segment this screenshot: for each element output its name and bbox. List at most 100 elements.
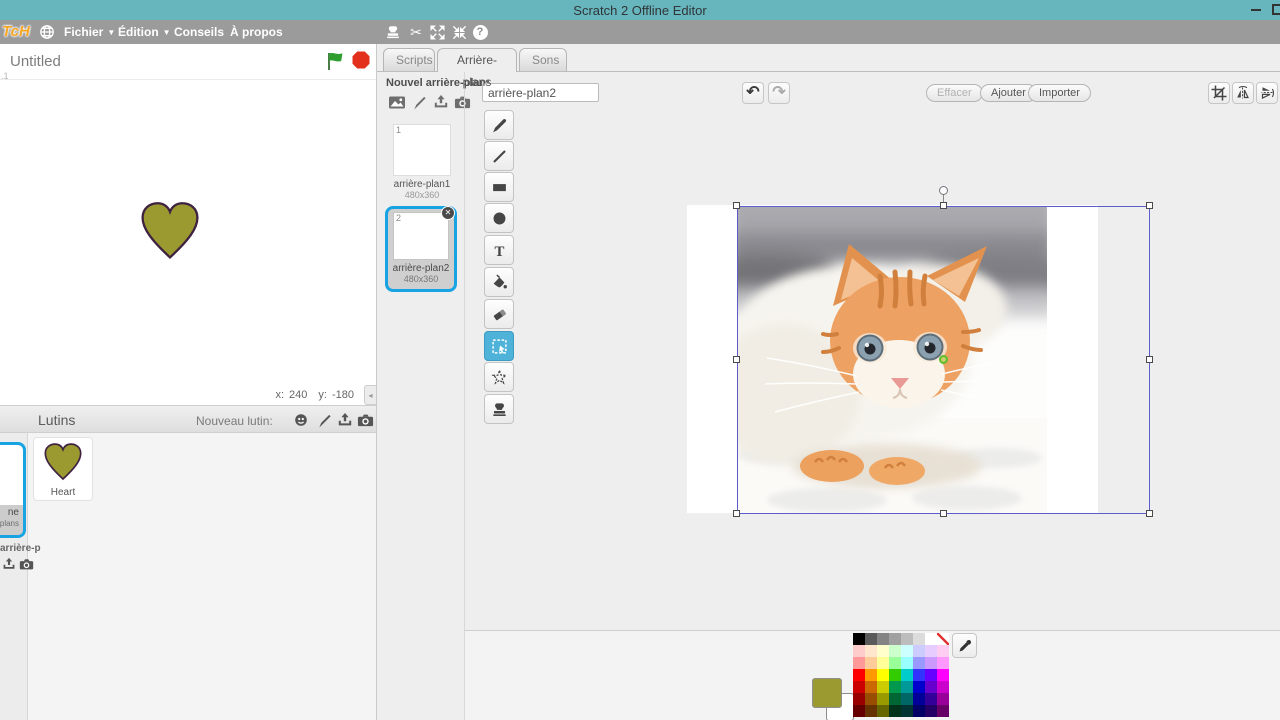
palette-color-cell[interactable] — [877, 657, 889, 669]
palette-color-cell[interactable] — [865, 669, 877, 681]
foreground-color-swatch[interactable] — [812, 678, 842, 708]
selection-handle-bottom-middle[interactable] — [940, 510, 947, 517]
scissors-icon[interactable]: ✂ — [407, 23, 425, 41]
effacer-button[interactable]: Effacer — [926, 84, 983, 102]
selection-handle-top-middle[interactable] — [940, 202, 947, 209]
sprite-card-heart[interactable]: Heart — [33, 437, 93, 501]
sprite-library-icon[interactable] — [292, 411, 310, 429]
palette-color-cell[interactable] — [853, 681, 865, 693]
palette-color-cell[interactable] — [865, 645, 877, 657]
palette-color-cell[interactable] — [853, 693, 865, 705]
palette-color-cell[interactable] — [865, 633, 877, 645]
palette-color-cell[interactable] — [937, 669, 949, 681]
tool-ellipse[interactable] — [484, 203, 514, 233]
backdrop-item-1[interactable]: 1 arrière-plan1 480x360 — [388, 124, 456, 200]
paint-new-sprite-icon[interactable] — [315, 411, 333, 429]
palette-color-cell[interactable] — [853, 645, 865, 657]
menu-fichier[interactable]: Fichier ▼ — [64, 25, 115, 39]
palette-color-cell[interactable] — [853, 633, 865, 645]
palette-color-cell[interactable] — [889, 693, 901, 705]
heart-sprite-on-stage[interactable] — [137, 200, 203, 262]
palette-color-cell[interactable] — [853, 705, 865, 717]
backdrop-name-input[interactable] — [482, 83, 599, 102]
backdrop-library-icon[interactable] — [387, 93, 406, 111]
backdrop-item-2-selected[interactable]: 2 ✕ arrière-plan2 480x360 — [385, 206, 457, 292]
menu-conseils[interactable]: Conseils — [174, 25, 224, 39]
palette-color-cell[interactable] — [925, 681, 937, 693]
tool-stamp[interactable] — [484, 394, 514, 424]
camera-backdrop-icon[interactable] — [19, 557, 34, 572]
palette-color-cell[interactable] — [889, 657, 901, 669]
palette-color-cell[interactable] — [925, 669, 937, 681]
palette-color-cell[interactable] — [877, 645, 889, 657]
palette-color-cell[interactable] — [865, 693, 877, 705]
collapse-stage-icon[interactable]: ◂ — [364, 385, 376, 405]
tool-eraser[interactable] — [484, 299, 514, 329]
paint-new-backdrop-icon[interactable] — [410, 93, 429, 111]
palette-color-cell[interactable] — [889, 681, 901, 693]
shrink-icon[interactable] — [450, 23, 468, 41]
stop-button[interactable] — [352, 51, 370, 74]
palette-color-cell[interactable] — [889, 633, 901, 645]
camera-new-backdrop-icon[interactable] — [453, 93, 472, 111]
palette-color-cell[interactable] — [853, 657, 865, 669]
camera-sprite-icon[interactable] — [356, 411, 374, 429]
palette-color-cell[interactable] — [937, 657, 949, 669]
upload-backdrop-icon[interactable] — [2, 557, 17, 572]
palette-color-cell[interactable] — [865, 681, 877, 693]
undo-button[interactable]: ↶ — [742, 82, 764, 104]
palette-color-cell[interactable] — [925, 633, 937, 645]
palette-color-cell[interactable] — [913, 693, 925, 705]
globe-icon[interactable] — [38, 23, 56, 41]
selection-handle-top-right[interactable] — [1146, 202, 1153, 209]
flip-horizontal-button[interactable] — [1232, 82, 1254, 104]
tab-scripts[interactable]: Scripts — [383, 48, 435, 71]
tool-rectangle[interactable] — [484, 172, 514, 202]
palette-color-cell[interactable] — [901, 693, 913, 705]
palette-color-cell[interactable] — [913, 669, 925, 681]
palette-color-cell[interactable] — [925, 705, 937, 717]
palette-color-cell[interactable] — [925, 693, 937, 705]
menu-apropos[interactable]: À propos — [230, 25, 283, 39]
eyedropper-button[interactable] — [952, 633, 977, 658]
palette-color-cell[interactable] — [877, 705, 889, 717]
importer-button[interactable]: Importer — [1028, 84, 1091, 102]
maximize-icon[interactable] — [1272, 4, 1280, 15]
tab-sons[interactable]: Sons — [519, 48, 567, 71]
minimize-icon[interactable] — [1251, 9, 1261, 11]
selection-handle-middle-right[interactable] — [1146, 356, 1153, 363]
palette-color-cell[interactable] — [925, 645, 937, 657]
palette-color-cell[interactable] — [913, 657, 925, 669]
palette-color-cell[interactable] — [853, 669, 865, 681]
palette-color-cell[interactable] — [901, 657, 913, 669]
selection-handle-bottom-right[interactable] — [1146, 510, 1153, 517]
palette-color-cell[interactable] — [925, 657, 937, 669]
selection-handle-middle-left[interactable] — [733, 356, 740, 363]
palette-color-cell[interactable] — [865, 657, 877, 669]
tool-line[interactable] — [484, 141, 514, 171]
palette-color-cell[interactable] — [889, 705, 901, 717]
selection-handle-top-left[interactable] — [733, 202, 740, 209]
palette-color-cell[interactable] — [865, 705, 877, 717]
tool-magic-wand[interactable] — [484, 362, 514, 392]
flip-vertical-button[interactable] — [1256, 82, 1278, 104]
palette-color-cell[interactable] — [889, 669, 901, 681]
palette-color-cell[interactable] — [913, 681, 925, 693]
upload-new-backdrop-icon[interactable] — [431, 93, 450, 111]
palette-color-cell[interactable] — [913, 633, 925, 645]
palette-color-cell[interactable] — [937, 693, 949, 705]
palette-color-cell[interactable] — [877, 681, 889, 693]
palette-color-cell[interactable] — [901, 645, 913, 657]
palette-color-cell[interactable] — [937, 681, 949, 693]
tool-select[interactable] — [484, 331, 514, 361]
palette-color-cell[interactable] — [877, 669, 889, 681]
tool-text[interactable]: T — [484, 235, 514, 265]
duplicate-stamp-icon[interactable] — [384, 23, 402, 41]
rotation-handle[interactable] — [939, 186, 948, 195]
grow-icon[interactable] — [428, 23, 446, 41]
palette-color-cell[interactable] — [937, 633, 949, 645]
crop-button[interactable] — [1208, 82, 1230, 104]
palette-color-cell[interactable] — [889, 645, 901, 657]
palette-color-cell[interactable] — [901, 681, 913, 693]
palette-color-cell[interactable] — [901, 705, 913, 717]
